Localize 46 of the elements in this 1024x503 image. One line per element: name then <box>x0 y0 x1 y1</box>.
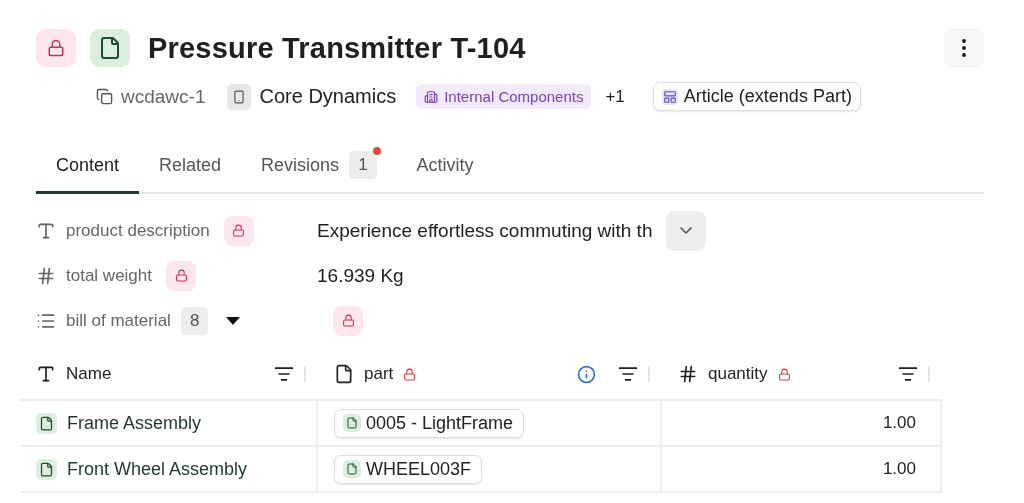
column-header: quantity <box>708 364 768 384</box>
table-cell-text: 1.00 <box>882 459 917 479</box>
field-label: product description <box>66 220 210 241</box>
filter-icon[interactable] <box>274 364 294 384</box>
item-id: wcdawc-1 <box>121 85 206 108</box>
document-icon <box>343 414 361 432</box>
document-icon <box>343 460 361 478</box>
tab[interactable]: Related <box>139 149 242 194</box>
more-options-icon <box>962 39 966 57</box>
hash-icon <box>36 265 56 286</box>
company-name: Core Dynamics <box>259 85 397 108</box>
layout-icon <box>661 88 678 105</box>
field-value: Experience effortless commuting with th <box>317 219 653 242</box>
tab[interactable]: Revisions 1 <box>241 149 397 194</box>
info-icon[interactable] <box>577 364 596 384</box>
lock-button[interactable] <box>36 29 76 67</box>
field-value: 16.939 Kg <box>317 264 404 287</box>
hash-icon <box>678 364 698 384</box>
table-cell-text: 1.00 <box>882 413 917 433</box>
more-options-button[interactable] <box>944 28 984 68</box>
tab[interactable]: Activity <box>396 149 494 194</box>
page-title: Pressure Transmitter T-104 <box>148 31 527 65</box>
document-icon <box>36 412 57 434</box>
text-type-icon <box>36 364 56 384</box>
document-icon <box>36 458 57 480</box>
tab[interactable]: Content <box>36 149 140 194</box>
part-chip[interactable]: WHEEL003F <box>334 454 483 484</box>
more-tags-count[interactable]: +1 <box>605 86 625 107</box>
column-header: Name <box>66 364 112 384</box>
chevron-down-icon <box>680 227 693 234</box>
type-chip[interactable]: Article (extends Part) <box>652 82 861 111</box>
count-badge: 8 <box>180 306 209 335</box>
caret-icon[interactable] <box>226 316 241 325</box>
category-tag[interactable]: Internal Components <box>416 84 592 109</box>
field-label: total weight <box>66 265 152 286</box>
document-icon <box>90 29 130 67</box>
table-cell: Front Wheel Assembly <box>67 458 248 480</box>
column-header: part <box>364 364 394 384</box>
filter-icon[interactable] <box>898 364 918 384</box>
lock-icon <box>47 39 65 57</box>
table-cell: Frame Assembly <box>67 412 202 434</box>
filter-icon[interactable] <box>618 364 638 384</box>
field-label: bill of material <box>66 310 171 331</box>
part-chip[interactable]: 0005 - LightFrame <box>334 408 525 438</box>
document-icon <box>334 364 354 384</box>
copy-icon <box>96 88 113 105</box>
